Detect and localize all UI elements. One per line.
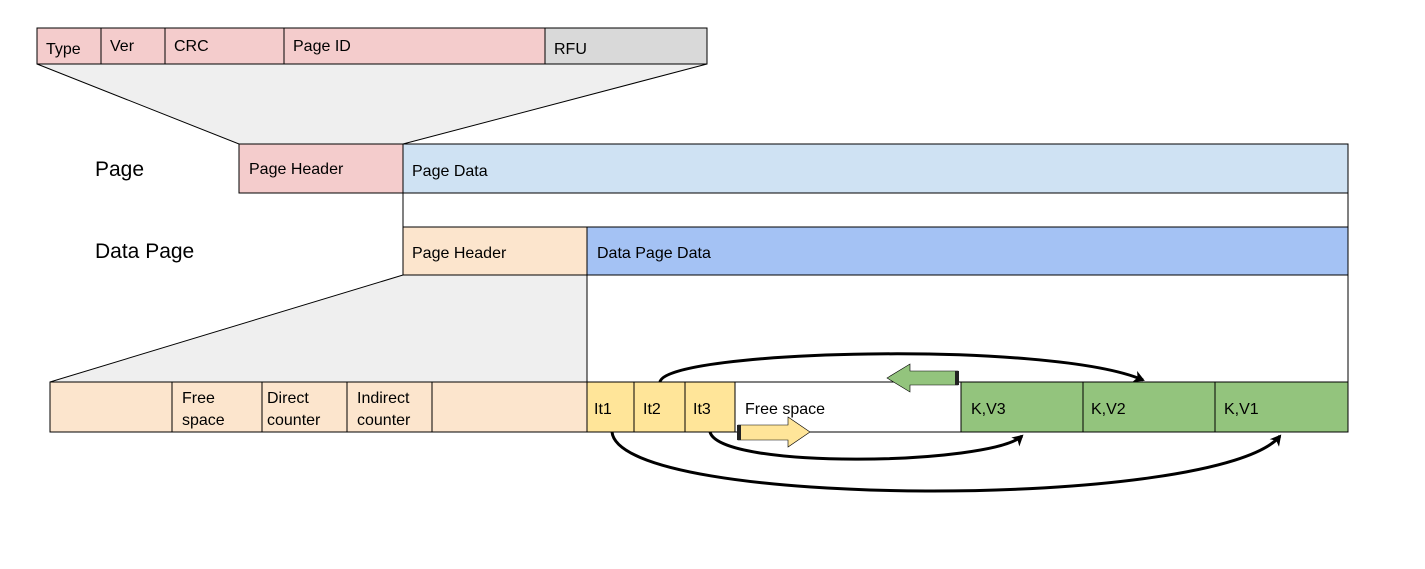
page-header-fields: Type Ver CRC Page ID RFU (36, 27, 708, 65)
kv-1: K,V1 (1224, 401, 1259, 418)
field-rfu: RFU (554, 41, 587, 58)
it1-to-kv1-arrow (610, 431, 1282, 493)
data-page-data-text: Data Page Data (597, 245, 711, 262)
page-data-outline (402, 192, 1349, 228)
item-pointers: It1 It2 It3 (586, 381, 736, 433)
data-header-zoom-projection (49, 274, 588, 383)
field-free-space: Free (182, 390, 215, 407)
field-direct-counter-line2: counter (267, 412, 321, 429)
page-label: Page (95, 158, 144, 181)
item-1: It1 (594, 401, 612, 418)
page-header-text: Page Header (249, 161, 344, 178)
data-page-label: Data Page (95, 240, 194, 263)
kv-2: K,V2 (1091, 401, 1126, 418)
kv-3: K,V3 (971, 401, 1006, 418)
field-direct-counter: Direct (267, 390, 309, 407)
field-page-id: Page ID (293, 38, 351, 55)
item-3: It3 (693, 401, 711, 418)
field-type: Type (46, 41, 81, 58)
page-layout-diagram: Type Ver CRC Page ID RFU Page Page Heade… (36, 27, 1349, 493)
item-2: It2 (643, 401, 661, 418)
header-zoom-projection (36, 63, 708, 145)
page-data-block (402, 143, 1349, 194)
key-value-entries: K,V3 K,V2 K,V1 (960, 381, 1349, 433)
field-free-space-line2: space (182, 412, 225, 429)
free-space-text: Free space (745, 401, 825, 418)
data-page-header-text: Page Header (412, 245, 507, 262)
field-crc: CRC (174, 38, 209, 55)
field-indirect-counter: Indirect (357, 390, 410, 407)
field-ver: Ver (110, 38, 135, 55)
page-data-text: Page Data (412, 163, 488, 180)
field-indirect-counter-line2: counter (357, 412, 411, 429)
data-page-header-fields: Free space Direct counter Indirect count… (49, 381, 588, 433)
